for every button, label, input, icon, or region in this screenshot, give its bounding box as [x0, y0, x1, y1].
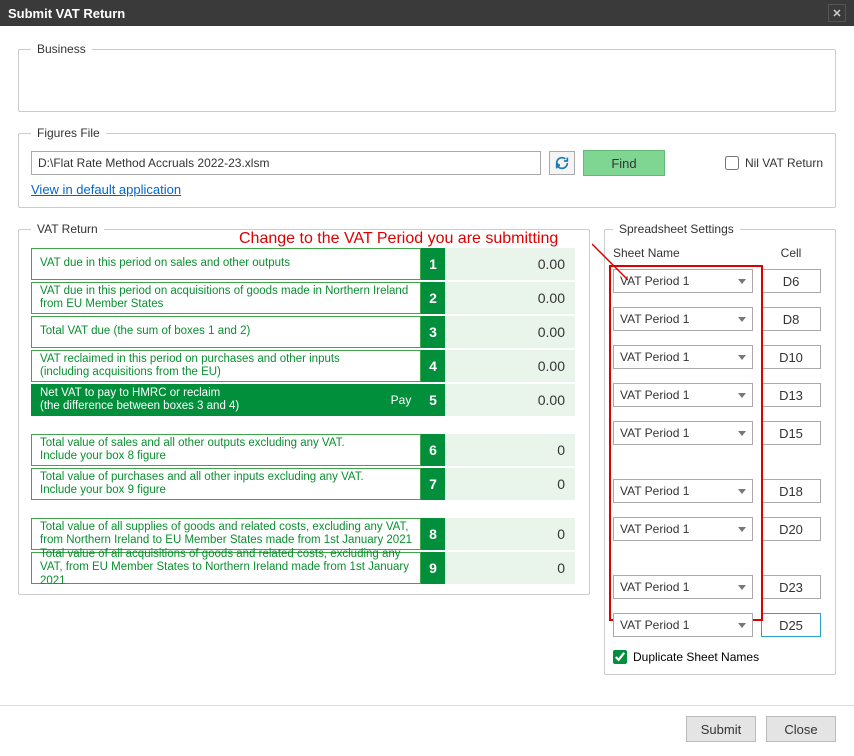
vat-box-row-1: VAT due in this period on sales and othe… [31, 248, 577, 280]
refresh-icon [554, 155, 570, 171]
cell-input[interactable] [761, 479, 821, 503]
sheet-name-select[interactable]: VAT Period 1 [613, 613, 753, 637]
box-value: 0.00 [445, 316, 575, 348]
spreadsheet-rows: VAT Period 1 VAT Period 1 VAT Period 1 VAT … [613, 268, 827, 644]
duplicate-sheet-checkbox[interactable] [613, 650, 627, 664]
sheet-name-select[interactable]: VAT Period 1 [613, 575, 753, 599]
duplicate-sheet-checkbox-wrap[interactable]: Duplicate Sheet Names [613, 650, 827, 664]
spreadsheet-row: VAT Period 1 [613, 420, 827, 446]
sheet-name-select[interactable]: VAT Period 1 [613, 479, 753, 503]
close-button[interactable]: Close [766, 716, 836, 742]
spreadsheet-row: VAT Period 1 [613, 478, 827, 504]
vat-box-desc: Total value of purchases and all other i… [31, 468, 421, 500]
spreadsheet-row: VAT Period 1 [613, 268, 827, 294]
box-number: 5 [421, 384, 445, 416]
vat-box-desc: Total VAT due (the sum of boxes 1 and 2) [31, 316, 421, 348]
close-icon[interactable]: ✕ [828, 4, 846, 22]
figures-file-legend: Figures File [31, 126, 106, 140]
vat-box-row-6: Total value of sales and all other outpu… [31, 434, 577, 466]
vat-box-row-3: Total VAT due (the sum of boxes 1 and 2)… [31, 316, 577, 348]
file-path-input[interactable] [31, 151, 541, 175]
refresh-button[interactable] [549, 151, 575, 175]
vat-box-desc: Total value of all supplies of goods and… [31, 518, 421, 550]
duplicate-sheet-label: Duplicate Sheet Names [633, 650, 759, 664]
figures-file-fieldset: Figures File Find Nil VAT Return View in… [18, 126, 836, 208]
box-value: 0.00 [445, 384, 575, 416]
view-default-app-link[interactable]: View in default application [31, 182, 181, 197]
sheet-name-header: Sheet Name [613, 246, 753, 260]
content-area: Business Figures File Find Nil VAT Retur… [0, 26, 854, 705]
vat-box-desc: VAT due in this period on sales and othe… [31, 248, 421, 280]
vat-box-row-9: Total value of all acquisitions of goods… [31, 552, 577, 584]
find-button[interactable]: Find [583, 150, 665, 176]
cell-input[interactable] [761, 345, 821, 369]
vat-box-row-2: VAT due in this period on acquisitions o… [31, 282, 577, 314]
box-value: 0.00 [445, 282, 575, 314]
cell-input[interactable] [761, 613, 821, 637]
spreadsheet-legend: Spreadsheet Settings [613, 222, 740, 236]
sheet-name-select[interactable]: VAT Period 1 [613, 421, 753, 445]
vat-box-row-7: Total value of purchases and all other i… [31, 468, 577, 500]
spreadsheet-row: VAT Period 1 [613, 344, 827, 370]
submit-button[interactable]: Submit [686, 716, 756, 742]
box-number: 7 [421, 468, 445, 500]
titlebar: Submit VAT Return ✕ [0, 0, 854, 26]
vat-box-row-8: Total value of all supplies of goods and… [31, 518, 577, 550]
box-number: 2 [421, 282, 445, 314]
nil-vat-checkbox[interactable] [725, 156, 739, 170]
box-number: 4 [421, 350, 445, 382]
nil-vat-label: Nil VAT Return [745, 156, 823, 170]
business-fieldset: Business [18, 42, 836, 112]
box-number: 1 [421, 248, 445, 280]
vat-rows: VAT due in this period on sales and othe… [31, 248, 577, 584]
vat-box-desc: VAT reclaimed in this period on purchase… [31, 350, 421, 382]
box-value: 0 [445, 552, 575, 584]
vat-return-fieldset: VAT Return Change to the VAT Period you … [18, 222, 590, 595]
vat-box-desc: Total value of sales and all other outpu… [31, 434, 421, 466]
box-number: 3 [421, 316, 445, 348]
box-value: 0 [445, 518, 575, 550]
spreadsheet-fieldset: Spreadsheet Settings Sheet Name Cell VAT… [604, 222, 836, 675]
vat-box-row-5: Net VAT to pay to HMRC or reclaim (the d… [31, 384, 577, 416]
window-title: Submit VAT Return [8, 6, 125, 21]
nil-vat-checkbox-wrap[interactable]: Nil VAT Return [725, 156, 823, 170]
sheet-name-select[interactable]: VAT Period 1 [613, 345, 753, 369]
sheet-name-select[interactable]: VAT Period 1 [613, 517, 753, 541]
box-number: 9 [421, 552, 445, 584]
vat-box-desc: Net VAT to pay to HMRC or reclaim (the d… [31, 384, 381, 416]
spreadsheet-row: VAT Period 1 [613, 306, 827, 332]
box-number: 8 [421, 518, 445, 550]
vat-box-desc: VAT due in this period on acquisitions o… [31, 282, 421, 314]
cell-header: Cell [761, 246, 821, 260]
vat-return-legend: VAT Return [31, 222, 104, 236]
spreadsheet-row: VAT Period 1 [613, 574, 827, 600]
pay-indicator: Pay [381, 384, 421, 416]
sheet-name-select[interactable]: VAT Period 1 [613, 269, 753, 293]
business-legend: Business [31, 42, 92, 56]
sheet-name-select[interactable]: VAT Period 1 [613, 307, 753, 331]
cell-input[interactable] [761, 383, 821, 407]
cell-input[interactable] [761, 421, 821, 445]
submit-vat-window: Submit VAT Return ✕ Business Figures Fil… [0, 0, 854, 692]
cell-input[interactable] [761, 307, 821, 331]
spreadsheet-row: VAT Period 1 [613, 382, 827, 408]
annotation-text: Change to the VAT Period you are submitt… [239, 230, 558, 248]
box-value: 0 [445, 434, 575, 466]
vat-box-desc: Total value of all acquisitions of goods… [31, 552, 421, 584]
spreadsheet-row: VAT Period 1 [613, 612, 827, 638]
cell-input[interactable] [761, 269, 821, 293]
box-value: 0.00 [445, 350, 575, 382]
box-number: 6 [421, 434, 445, 466]
box-value: 0.00 [445, 248, 575, 280]
sheet-name-select[interactable]: VAT Period 1 [613, 383, 753, 407]
cell-input[interactable] [761, 575, 821, 599]
box-value: 0 [445, 468, 575, 500]
vat-box-row-4: VAT reclaimed in this period on purchase… [31, 350, 577, 382]
spreadsheet-row: VAT Period 1 [613, 516, 827, 542]
cell-input[interactable] [761, 517, 821, 541]
footer: Submit Close [0, 705, 854, 756]
